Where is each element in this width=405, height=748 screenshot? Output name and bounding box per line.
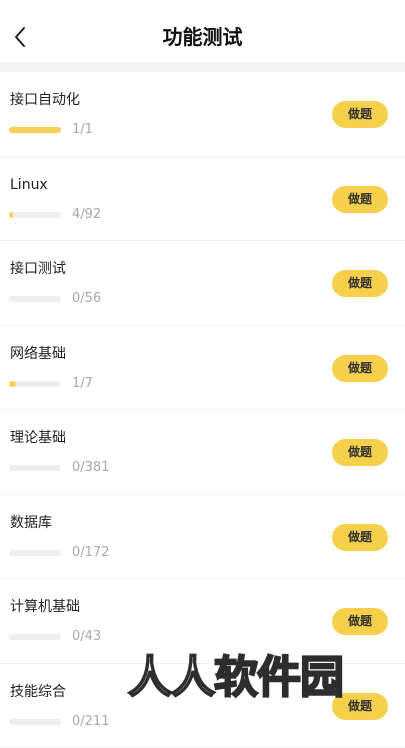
- category-title: 数据库: [10, 513, 52, 533]
- start-quiz-button[interactable]: 做题: [332, 608, 388, 635]
- progress-bar: [9, 465, 61, 471]
- start-quiz-button[interactable]: 做题: [332, 101, 388, 128]
- progress-bar-fill: [9, 381, 16, 387]
- quiz-category-list: 接口自动化1/1做题Linux4/92做题接口测试0/56做题网络基础1/7做题…: [0, 72, 405, 748]
- start-quiz-button[interactable]: 做题: [332, 186, 388, 213]
- progress-count: 1/1: [72, 121, 93, 139]
- progress-count: 0/211: [72, 713, 109, 731]
- start-quiz-button[interactable]: 做题: [332, 524, 388, 551]
- progress-bar: [9, 719, 61, 725]
- progress-bar: [9, 296, 61, 302]
- watermark-logo: 人人软件园: [128, 648, 343, 708]
- category-title: 理论基础: [10, 428, 66, 448]
- progress-count: 1/7: [72, 375, 93, 393]
- progress-count: 0/381: [72, 459, 109, 477]
- header-divider: [0, 62, 405, 72]
- category-title: 接口测试: [10, 259, 66, 279]
- progress-bar: [9, 550, 61, 556]
- page-title: 功能测试: [0, 22, 405, 52]
- category-title: 技能综合: [10, 682, 66, 702]
- quiz-category-row: 接口自动化 1/1 做题: [0, 72, 405, 157]
- category-title: Linux: [10, 175, 48, 195]
- start-quiz-button[interactable]: 做题: [332, 355, 388, 382]
- category-title: 网络基础: [10, 344, 66, 364]
- progress-bar: [9, 127, 61, 133]
- progress-count: 0/56: [72, 290, 101, 308]
- quiz-category-row: 网络基础 1/7 做题: [0, 326, 405, 411]
- category-title: 接口自动化: [10, 90, 80, 110]
- progress-bar: [9, 634, 61, 640]
- progress-count: 0/43: [72, 628, 101, 646]
- header-bar: 功能测试: [0, 0, 405, 62]
- start-quiz-button[interactable]: 做题: [332, 270, 388, 297]
- progress-bar-fill: [9, 127, 61, 133]
- category-title: 计算机基础: [10, 597, 80, 617]
- quiz-category-row: 接口测试 0/56 做题: [0, 241, 405, 326]
- quiz-category-row: Linux 4/92 做题: [0, 157, 405, 242]
- quiz-category-row: 理论基础 0/381 做题: [0, 410, 405, 495]
- quiz-category-row: 数据库 0/172 做题: [0, 495, 405, 580]
- progress-bar-fill: [9, 212, 13, 218]
- progress-count: 0/172: [72, 544, 109, 562]
- progress-bar: [9, 212, 61, 218]
- progress-count: 4/92: [72, 206, 101, 224]
- progress-bar: [9, 381, 61, 387]
- start-quiz-button[interactable]: 做题: [332, 439, 388, 466]
